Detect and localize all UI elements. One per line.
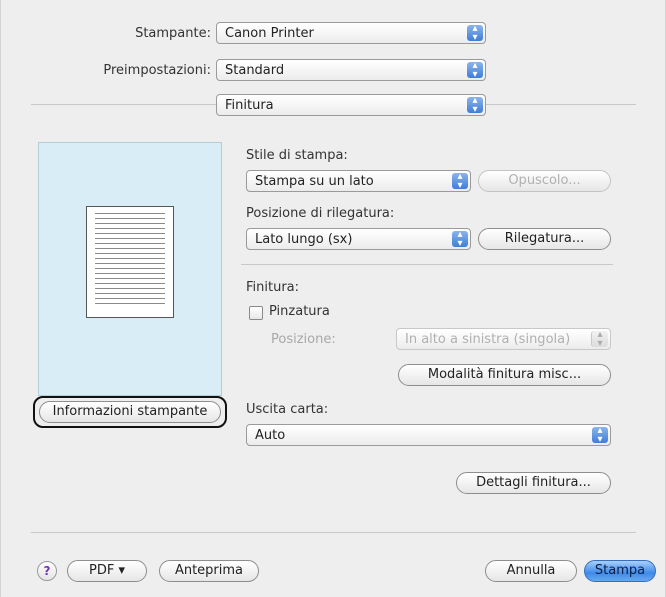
panel-value: Finitura <box>225 98 274 113</box>
misc-finishing-button[interactable]: Modalità finitura misc... <box>398 364 611 386</box>
presets-label: Preimpostazioni: <box>103 63 211 78</box>
paper-output-select[interactable]: Auto ▴ ▾ <box>246 424 611 446</box>
bottom-separator <box>31 532 636 533</box>
staple-position-value: In alto a sinistra (singola) <box>405 332 571 347</box>
up-down-arrows-icon: ▴ ▾ <box>452 172 468 191</box>
position-label: Posizione: <box>271 332 336 347</box>
binding-location-value: Lato lungo (sx) <box>255 232 353 247</box>
page-preview <box>38 142 222 396</box>
printer-select[interactable]: Canon Printer ▴ ▾ <box>216 22 486 44</box>
print-style-select[interactable]: Stampa su un lato ▴ ▾ <box>246 170 471 192</box>
print-dialog: Stampante: Canon Printer ▴ ▾ Preimpostazi… <box>0 0 666 597</box>
staple-label: Pinzatura <box>269 304 330 319</box>
pdf-button[interactable]: PDF ▾ <box>67 560 147 582</box>
presets-select[interactable]: Standard ▴ ▾ <box>216 59 486 81</box>
paper-output-value: Auto <box>255 428 286 443</box>
up-down-arrows-icon: ▴ ▾ <box>467 24 483 43</box>
binding-button[interactable]: Rilegatura... <box>478 228 611 250</box>
booklet-button[interactable]: Opuscolo... <box>478 170 611 192</box>
panel-select[interactable]: Finitura ▴ ▾ <box>216 94 486 116</box>
up-down-arrows-icon: ▴ ▾ <box>467 61 483 80</box>
document-page-icon <box>86 206 174 318</box>
finishing-label: Finitura: <box>246 280 300 295</box>
printer-value: Canon Printer <box>225 26 314 41</box>
printer-label: Stampante: <box>135 26 211 41</box>
staple-checkbox[interactable] <box>249 306 263 320</box>
help-icon[interactable]: ? <box>37 561 57 581</box>
up-down-arrows-icon: ▴ ▾ <box>591 330 608 349</box>
section-separator <box>241 264 613 265</box>
cancel-button[interactable]: Annulla <box>485 560 577 582</box>
up-down-arrows-icon: ▴ ▾ <box>467 96 483 115</box>
printer-info-button[interactable]: Informazioni stampante <box>39 401 221 423</box>
presets-value: Standard <box>225 63 285 78</box>
binding-location-label: Posizione di rilegatura: <box>246 206 395 221</box>
up-down-arrows-icon: ▴ ▾ <box>592 426 608 445</box>
print-button[interactable]: Stampa <box>584 560 656 582</box>
finishing-details-button[interactable]: Dettagli finitura... <box>456 472 611 494</box>
print-style-label: Stile di stampa: <box>246 148 348 163</box>
print-style-value: Stampa su un lato <box>255 174 374 189</box>
staple-position-select[interactable]: In alto a sinistra (singola) ▴ ▾ <box>396 328 611 350</box>
up-down-arrows-icon: ▴ ▾ <box>452 230 468 249</box>
preview-button[interactable]: Anteprima <box>159 560 259 582</box>
binding-location-select[interactable]: Lato lungo (sx) ▴ ▾ <box>246 228 471 250</box>
paper-output-label: Uscita carta: <box>246 402 329 417</box>
